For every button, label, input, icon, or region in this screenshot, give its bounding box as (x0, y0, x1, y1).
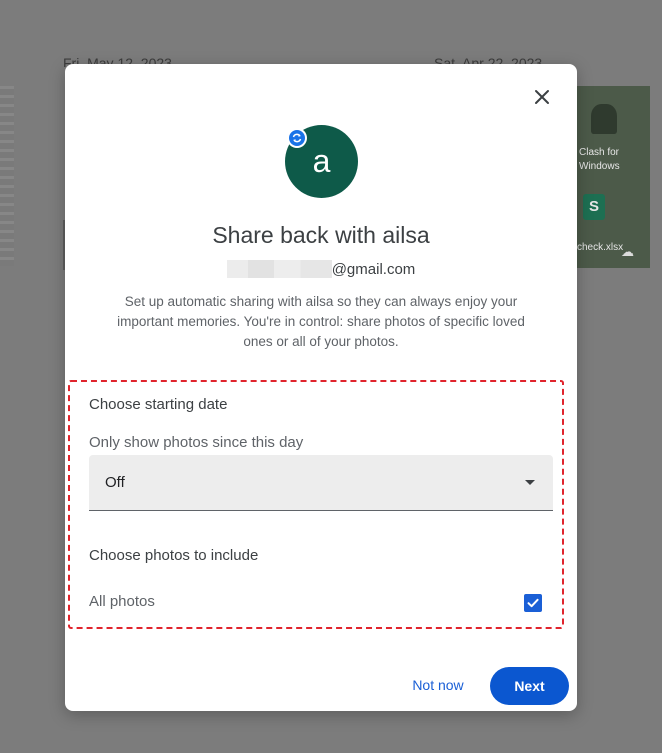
checkmark-icon (527, 598, 539, 608)
spreadsheet-icon: S (583, 194, 605, 220)
starting-date-select[interactable]: Off (89, 455, 553, 511)
next-button[interactable]: Next (490, 667, 569, 705)
dropdown-arrow-icon (525, 480, 535, 485)
all-photos-checkbox[interactable] (524, 594, 542, 612)
dialog-description: Set up automatic sharing with ailsa so t… (117, 294, 525, 349)
sync-badge (287, 128, 307, 148)
starting-date-field-label: Only show photos since this day (89, 434, 304, 451)
not-now-button[interactable]: Not now (398, 667, 478, 703)
email-domain: @gmail.com (331, 260, 416, 278)
cloud-icon: ☁ (621, 244, 634, 259)
sync-icon (289, 130, 305, 146)
include-photos-heading: Choose photos to include (89, 547, 259, 564)
desktop-app-label: Clash for Windows (579, 147, 620, 172)
dialog-title: Share back with ailsa (212, 222, 430, 248)
background-photo-desktop: Clash for Windows S check.xlsx ☁ (577, 86, 650, 268)
starting-date-selected-value: Off (105, 474, 125, 491)
redacted-email-name (226, 260, 332, 278)
starting-date-heading: Choose starting date (89, 396, 228, 413)
recipient-email: @gmail.com (65, 260, 577, 278)
share-back-dialog: a Share back with ailsa @gmail.com Set u… (65, 64, 577, 711)
all-photos-label: All photos (89, 593, 155, 610)
plant-icon (591, 104, 617, 134)
close-icon (535, 90, 549, 104)
desktop-file-label: check.xlsx (577, 242, 624, 253)
background-thumbnail-strip (0, 86, 14, 266)
close-button[interactable] (529, 84, 555, 110)
